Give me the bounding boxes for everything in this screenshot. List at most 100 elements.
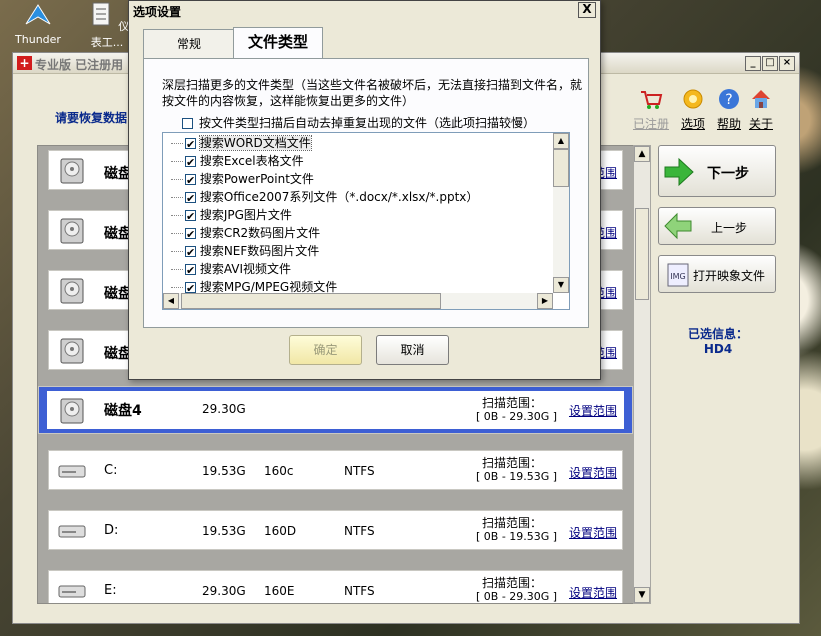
- tree-connector: [171, 143, 183, 144]
- close-button[interactable]: ×: [779, 56, 795, 71]
- hard-disk-icon: [60, 398, 84, 424]
- document-icon: [92, 2, 110, 26]
- file-type-checkbox[interactable]: [185, 154, 196, 172]
- disk-size: 29.30G: [202, 402, 246, 416]
- set-range-link[interactable]: 设置范围: [569, 584, 617, 601]
- tree-scroll-up-button[interactable]: ▲: [553, 133, 569, 149]
- minimize-button[interactable]: _: [745, 56, 761, 71]
- file-type-tree[interactable]: 搜索WORD文档文件 搜索Excel表格文件 搜索PowerPoint文件 搜索…: [162, 132, 570, 310]
- drive-icon: [58, 465, 86, 478]
- set-range-link[interactable]: 设置范围: [569, 524, 617, 541]
- scroll-up-button[interactable]: ▲: [634, 146, 650, 162]
- file-type-label: 搜索MPG/MPEG视频文件: [199, 280, 338, 294]
- file-type-item[interactable]: 搜索AVI视频文件: [171, 260, 292, 280]
- toolbar-about[interactable]: 关于: [741, 87, 781, 132]
- home-icon: [752, 90, 770, 108]
- hard-disk-icon: [60, 278, 84, 304]
- file-type-checkbox[interactable]: [185, 262, 196, 280]
- disk-row[interactable]: C: 19.53G 160c NTFS 扫描范围： [ 0B - 19.53G …: [48, 450, 623, 490]
- desktop-icon-thunder[interactable]: Thunder: [8, 2, 68, 46]
- file-type-label: 搜索Excel表格文件: [199, 154, 304, 168]
- next-step-button[interactable]: 下一步: [658, 145, 776, 197]
- arrow-left-icon: [664, 212, 692, 240]
- file-type-label: 搜索JPG图片文件: [199, 208, 292, 222]
- toolbar-registered[interactable]: 已注册: [631, 87, 671, 132]
- file-type-item[interactable]: 搜索Office2007系列文件（*.docx/*.xlsx/*.pptx）: [171, 188, 478, 208]
- toolbar-about-label: 关于: [748, 117, 773, 131]
- file-type-checkbox[interactable]: [185, 172, 196, 190]
- file-type-label: 搜索AVI视频文件: [199, 262, 292, 276]
- file-type-item[interactable]: 搜索NEF数码图片文件: [171, 242, 320, 262]
- disk-row[interactable]: D: 19.53G 160D NTFS 扫描范围： [ 0B - 19.53G …: [48, 510, 623, 550]
- disk-name: 磁盘4: [104, 403, 142, 419]
- disk-filesystem: NTFS: [344, 584, 375, 598]
- tree-hscroll-thumb[interactable]: [181, 293, 441, 309]
- options-dialog-title: 选项设置: [133, 5, 182, 19]
- disk-row[interactable]: E: 29.30G 160E NTFS 扫描范围： [ 0B - 29.30G …: [48, 570, 623, 603]
- file-type-checkbox[interactable]: [185, 136, 196, 154]
- tree-scroll-thumb[interactable]: [553, 149, 569, 187]
- cancel-button[interactable]: 取消: [376, 335, 449, 365]
- file-type-checkbox[interactable]: [185, 208, 196, 226]
- file-type-item[interactable]: 搜索Excel表格文件: [171, 152, 304, 172]
- previous-step-button[interactable]: 上一步: [658, 207, 776, 245]
- select-disk-prompt: 请要恢复数据: [55, 111, 128, 125]
- cart-icon: [641, 91, 663, 109]
- set-range-link[interactable]: 设置范围: [569, 464, 617, 481]
- tree-scroll-right-button[interactable]: ▶: [537, 293, 553, 309]
- toolbar-options[interactable]: 选项: [673, 87, 713, 132]
- toolbar-options-label: 选项: [680, 117, 705, 131]
- set-range-link[interactable]: 设置范围: [569, 402, 617, 419]
- file-type-checkbox[interactable]: [185, 280, 196, 298]
- file-type-item[interactable]: 搜索PowerPoint文件: [171, 170, 314, 190]
- file-type-label: 搜索PowerPoint文件: [199, 172, 314, 186]
- file-types-description: 深层扫描更多的文件类型（当这些文件名被破坏后，无法直接扫描到文件名，就按文件的内…: [162, 78, 583, 108]
- tree-connector: [171, 215, 183, 216]
- disk-filesystem: NTFS: [344, 464, 375, 478]
- dialog-close-button[interactable]: X: [578, 2, 596, 18]
- open-image-file-label: 打开映象文件: [693, 269, 766, 283]
- scan-range-value: [ 0B - 19.53G ]: [476, 470, 558, 483]
- file-type-checkbox[interactable]: [185, 190, 196, 208]
- file-type-checkbox[interactable]: [185, 244, 196, 262]
- tree-horizontal-scrollbar[interactable]: ◀ ▶: [163, 293, 553, 309]
- ok-button[interactable]: 确定: [289, 335, 362, 365]
- open-image-file-button[interactable]: IMG 打开映象文件: [658, 255, 776, 293]
- file-type-item[interactable]: 搜索JPG图片文件: [171, 206, 292, 226]
- tab-general[interactable]: 常规: [143, 29, 235, 58]
- desktop-icon-meter[interactable]: 仪表工...: [82, 2, 132, 50]
- file-type-label: 搜索CR2数码图片文件: [199, 226, 321, 240]
- dedup-checkbox[interactable]: [182, 118, 193, 129]
- file-type-label: 搜索NEF数码图片文件: [199, 244, 320, 258]
- disk-list-scrollbar[interactable]: ▲ ▼: [633, 145, 651, 604]
- options-dialog-titlebar[interactable]: 选项设置 X: [129, 1, 600, 19]
- scan-range-label: 扫描范围：: [482, 576, 543, 590]
- disk-size: 29.30G: [202, 584, 246, 598]
- disk-sectors: 160c: [264, 464, 294, 478]
- tree-scroll-down-button[interactable]: ▼: [553, 277, 569, 293]
- scroll-thumb[interactable]: [635, 208, 649, 300]
- tree-connector: [171, 251, 183, 252]
- scan-range-label: 扫描范围：: [482, 396, 543, 410]
- tab-file-types[interactable]: 文件类型: [233, 27, 323, 58]
- selected-info: 已选信息： HD4: [673, 325, 763, 356]
- file-type-item[interactable]: 搜索WORD文档文件: [171, 134, 312, 154]
- tree-scroll-left-button[interactable]: ◀: [163, 293, 179, 309]
- hard-disk-icon: [60, 338, 84, 364]
- scan-range-value: [ 0B - 19.53G ]: [476, 530, 558, 543]
- arrow-right-icon: [664, 157, 694, 187]
- disk-size: 19.53G: [202, 464, 246, 478]
- file-types-panel: 深层扫描更多的文件类型（当这些文件名被破坏后，无法直接扫描到文件名，就按文件的内…: [143, 58, 589, 328]
- disk-row[interactable]: 磁盘4 29.30G 扫描范围： [ 0B - 29.30G ] 设置范围: [38, 386, 633, 434]
- dedup-option[interactable]: 按文件类型扫描后自动去掉重复出现的文件（选此项扫描较慢）: [182, 114, 535, 131]
- main-window-title: 专业版 已注册用: [35, 58, 124, 72]
- file-type-checkbox[interactable]: [185, 226, 196, 244]
- scroll-down-button[interactable]: ▼: [634, 587, 650, 603]
- tree-vertical-scrollbar[interactable]: ▲ ▼: [553, 133, 569, 293]
- disk-filesystem: NTFS: [344, 524, 375, 538]
- maximize-button[interactable]: □: [762, 56, 778, 71]
- hard-disk-icon: [60, 218, 84, 244]
- file-type-item[interactable]: 搜索CR2数码图片文件: [171, 224, 321, 244]
- svg-text:IMG: IMG: [670, 272, 685, 281]
- disk-name: D:: [104, 523, 119, 538]
